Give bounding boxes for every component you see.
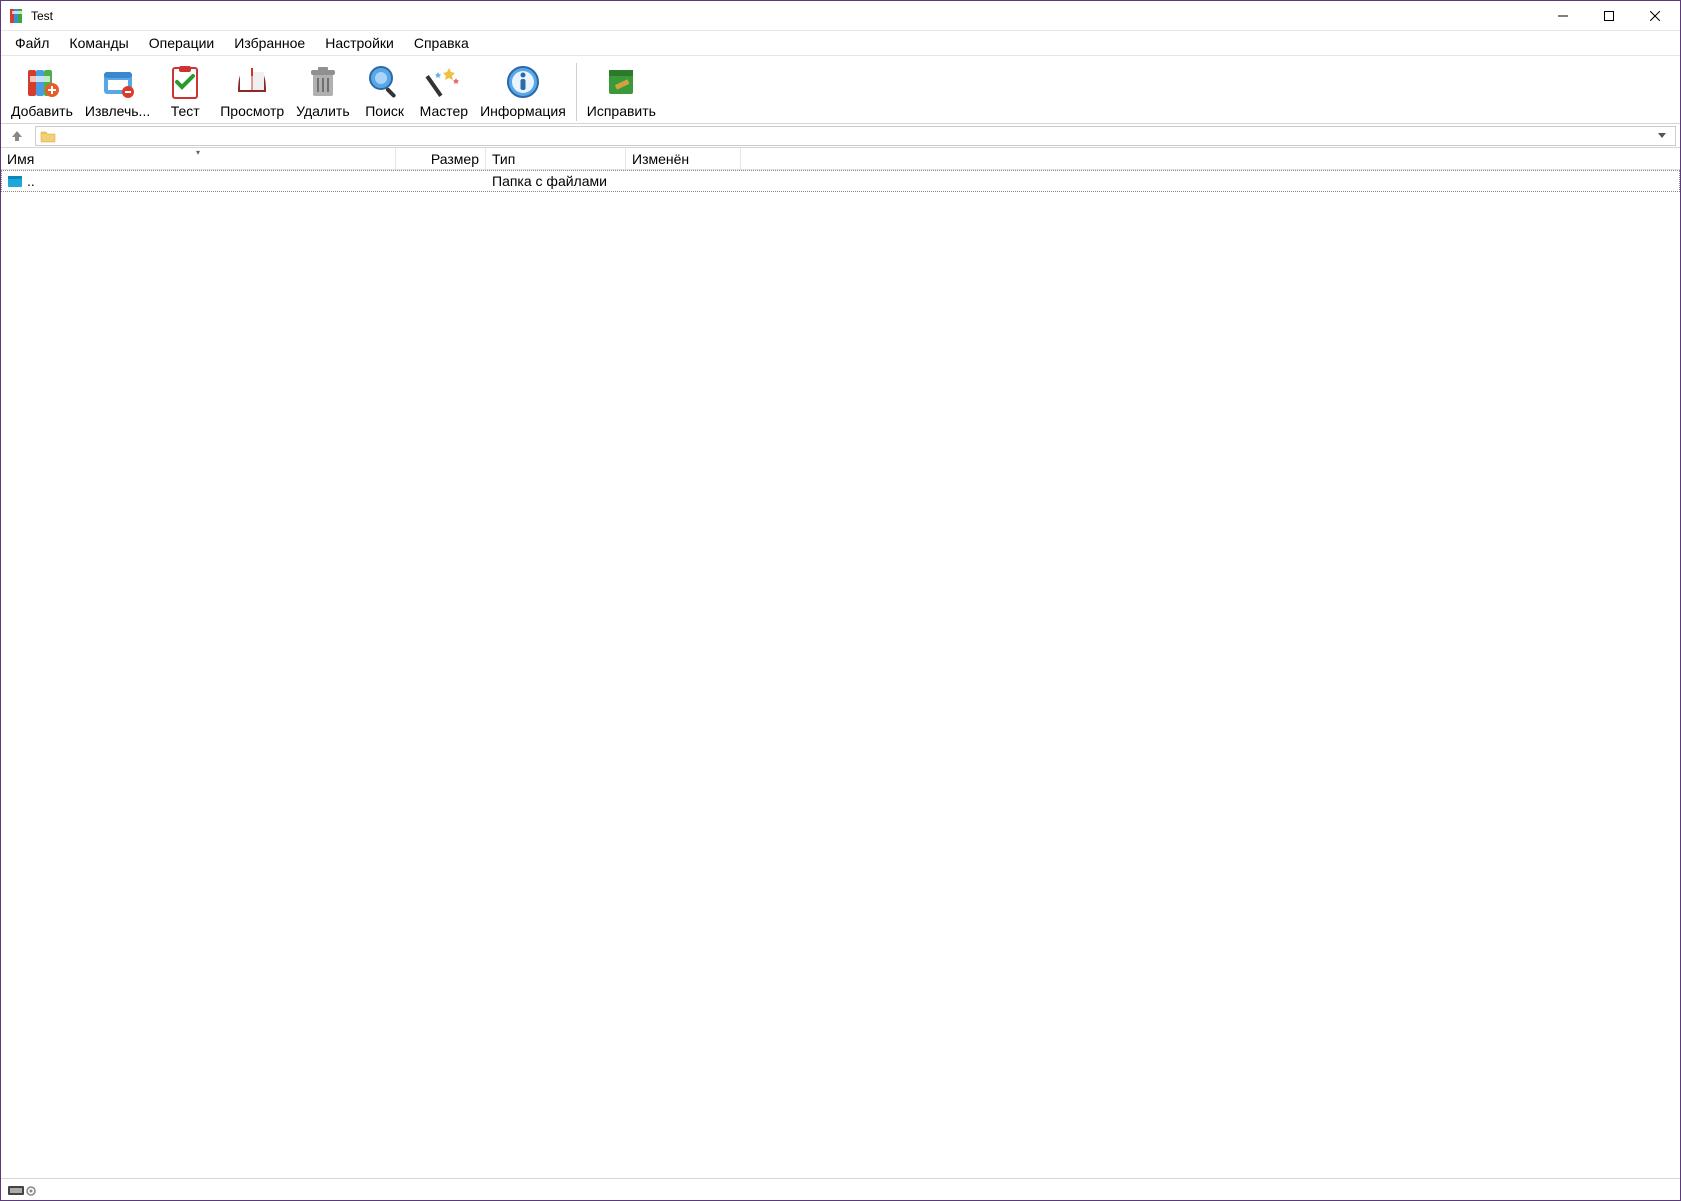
menu-operations[interactable]: Операции: [139, 32, 225, 54]
toolbar-separator: [576, 63, 577, 121]
test-button[interactable]: Тест: [156, 59, 214, 121]
delete-label: Удалить: [296, 103, 349, 119]
toolbar: Добавить Извлечь... Тест: [1, 56, 1680, 124]
menu-file[interactable]: Файл: [5, 32, 59, 54]
wizard-icon: [424, 62, 464, 102]
find-button[interactable]: Поиск: [356, 59, 414, 121]
titlebar: Test: [1, 1, 1680, 31]
disk-icon[interactable]: [7, 1183, 37, 1197]
minimize-button[interactable]: [1540, 1, 1586, 31]
window-title: Test: [31, 9, 53, 23]
add-button[interactable]: Добавить: [5, 59, 79, 121]
parent-dir-icon: [7, 174, 23, 188]
path-dropdown-icon[interactable]: [1653, 133, 1671, 139]
delete-button[interactable]: Удалить: [290, 59, 355, 121]
info-icon: [503, 62, 543, 102]
menu-favorites[interactable]: Избранное: [224, 32, 315, 54]
menu-help[interactable]: Справка: [404, 32, 479, 54]
column-size[interactable]: Размер: [396, 148, 486, 169]
column-modified[interactable]: Изменён: [626, 148, 741, 169]
window-controls: [1540, 1, 1678, 31]
repair-button[interactable]: Исправить: [581, 59, 662, 121]
wizard-button[interactable]: Мастер: [414, 59, 474, 121]
add-icon: [22, 62, 62, 102]
repair-label: Исправить: [587, 103, 656, 119]
wizard-label: Мастер: [420, 103, 468, 119]
info-label: Информация: [480, 103, 566, 119]
menu-settings[interactable]: Настройки: [315, 32, 404, 54]
column-type[interactable]: Тип: [486, 148, 626, 169]
extract-icon: [98, 62, 138, 102]
delete-icon: [303, 62, 343, 102]
extract-label: Извлечь...: [85, 103, 150, 119]
find-label: Поиск: [365, 103, 404, 119]
column-name[interactable]: Имя ▾: [1, 148, 396, 169]
folder-icon: [40, 129, 56, 143]
add-label: Добавить: [11, 103, 73, 119]
path-box[interactable]: [35, 126, 1676, 146]
find-icon: [365, 62, 405, 102]
menubar: Файл Команды Операции Избранное Настройк…: [1, 31, 1680, 56]
close-button[interactable]: [1632, 1, 1678, 31]
menu-commands[interactable]: Команды: [59, 32, 138, 54]
table-row[interactable]: .. Папка с файлами: [1, 170, 1680, 192]
test-label: Тест: [171, 103, 200, 119]
file-list[interactable]: .. Папка с файлами: [1, 170, 1680, 1178]
view-label: Просмотр: [220, 103, 284, 119]
view-button[interactable]: Просмотр: [214, 59, 290, 121]
app-icon: [9, 8, 25, 24]
statusbar: [1, 1178, 1680, 1200]
sort-indicator-icon: ▾: [196, 148, 200, 157]
row-name: ..: [27, 173, 35, 189]
column-headers: Имя ▾ Размер Тип Изменён: [1, 148, 1680, 170]
row-type: Папка с файлами: [486, 173, 626, 189]
maximize-button[interactable]: [1586, 1, 1632, 31]
info-button[interactable]: Информация: [474, 59, 572, 121]
up-button[interactable]: [5, 126, 29, 146]
test-icon: [165, 62, 205, 102]
view-icon: [232, 62, 272, 102]
addressbar: [1, 124, 1680, 148]
extract-button[interactable]: Извлечь...: [79, 59, 156, 121]
repair-icon: [601, 62, 641, 102]
